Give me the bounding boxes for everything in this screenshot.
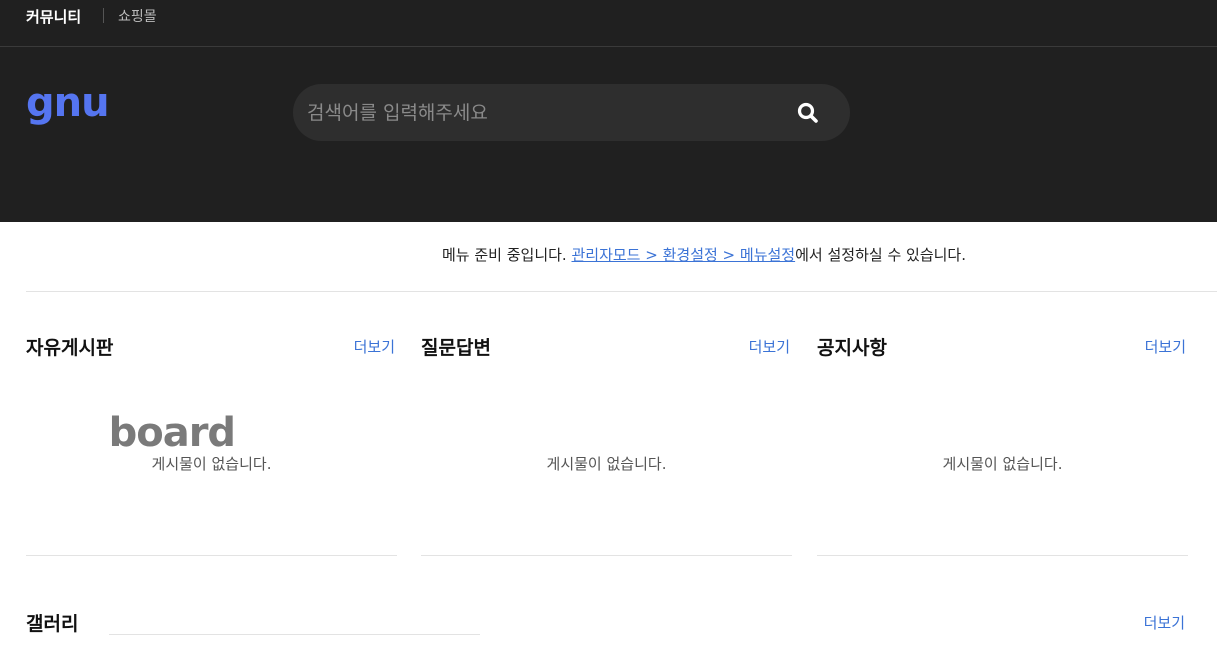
notice-prefix: 메뉴 준비 중입니다. bbox=[442, 246, 572, 264]
board-notice: 공지사항 더보기 게시물이 없습니다. bbox=[817, 330, 1188, 556]
nav-tab-shop[interactable]: 쇼핑몰 bbox=[118, 6, 157, 26]
site-logo[interactable]: gnu board bbox=[26, 79, 480, 635]
notice-admin-link[interactable]: 관리자모드 > 환경설정 > 메뉴설정 bbox=[571, 246, 795, 264]
gallery-title[interactable]: 갤러리 bbox=[26, 609, 78, 636]
board-title[interactable]: 공지사항 bbox=[817, 333, 887, 360]
board-title[interactable]: 질문답변 bbox=[421, 333, 491, 360]
board-free: 자유게시판 더보기 게시물이 없습니다. bbox=[26, 330, 397, 556]
board-gallery: 갤러리 더보기 bbox=[26, 606, 1188, 646]
more-link[interactable]: 더보기 bbox=[1145, 336, 1186, 357]
more-link[interactable]: 더보기 bbox=[354, 336, 395, 357]
board-qa: 질문답변 더보기 게시물이 없습니다. bbox=[421, 330, 792, 556]
empty-message: 게시물이 없습니다. bbox=[151, 455, 272, 473]
menu-notice: 메뉴 준비 중입니다. 관리자모드 > 환경설정 > 메뉴설정에서 설정하실 수… bbox=[0, 244, 1217, 265]
search-icon bbox=[797, 102, 818, 123]
search-button[interactable] bbox=[793, 98, 823, 128]
content-divider bbox=[26, 291, 1217, 292]
logo-text-gnu: gnu bbox=[26, 80, 110, 126]
nav-tab-community[interactable]: 커뮤니티 bbox=[26, 6, 81, 27]
empty-message: 게시물이 없습니다. bbox=[546, 455, 667, 473]
notice-suffix: 에서 설정하실 수 있습니다. bbox=[795, 246, 966, 264]
top-nav-bar: 커뮤니티 쇼핑몰 bbox=[0, 0, 1217, 47]
search-input[interactable] bbox=[307, 96, 777, 129]
nav-divider bbox=[103, 8, 104, 23]
board-title[interactable]: 자유게시판 bbox=[26, 333, 113, 360]
more-link[interactable]: 더보기 bbox=[749, 336, 790, 357]
site-header: gnu board bbox=[0, 47, 1217, 635]
search-box bbox=[293, 84, 850, 141]
gallery-more-link[interactable]: 더보기 bbox=[1144, 612, 1185, 633]
empty-message: 게시물이 없습니다. bbox=[942, 455, 1063, 473]
